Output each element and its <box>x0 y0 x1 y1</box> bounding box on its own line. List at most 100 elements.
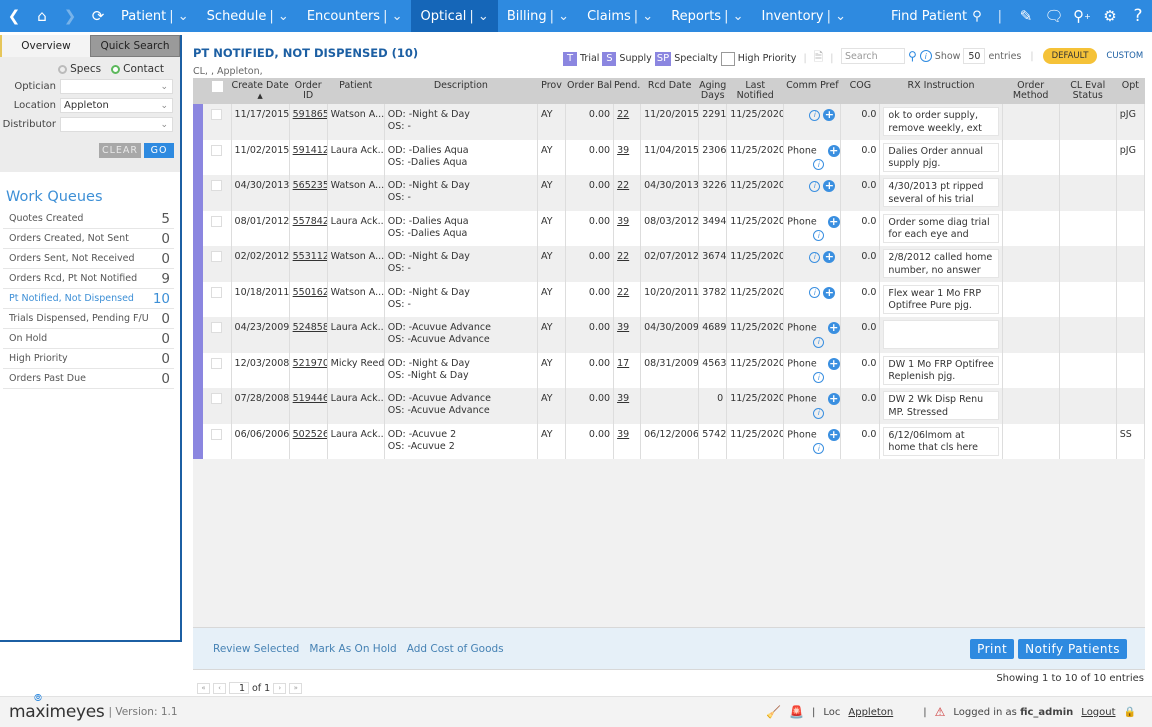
info-icon[interactable]: i <box>809 180 821 192</box>
col-aging-days[interactable]: Aging Days <box>698 78 727 104</box>
info-icon[interactable]: i <box>809 109 821 121</box>
work-queue-item[interactable]: Orders Created, Not Sent 0 <box>3 229 174 249</box>
nav-encounters[interactable]: Encounters | ⌄ <box>298 0 412 32</box>
first-page-button[interactable]: « <box>197 682 210 694</box>
mark-on-hold-link[interactable]: Mark As On Hold <box>309 643 396 655</box>
last-page-button[interactable]: » <box>289 682 303 694</box>
rx-instruction-textarea[interactable]: 2/8/2012 called home number, no answer a… <box>883 249 1000 278</box>
col-order-id[interactable]: Order ID <box>289 78 328 104</box>
rx-instruction-textarea[interactable]: Dalies Order annual supply pjg. <box>883 142 1000 172</box>
radio-specs[interactable]: Specs <box>58 63 101 75</box>
location-link[interactable]: Appleton <box>848 707 893 718</box>
work-queue-item[interactable]: On Hold 0 <box>3 329 174 349</box>
table-row[interactable]: 04/23/2009 524858 Laura Ack... OD: -Acuvue … <box>193 317 1146 353</box>
table-row[interactable]: 11/17/2015 591865 Watson A... OD: -Night & … <box>193 104 1146 140</box>
row-checkbox[interactable] <box>211 322 223 333</box>
col-order-bal[interactable]: Order Bal <box>565 78 614 104</box>
pend-link[interactable]: 22 <box>617 180 629 191</box>
go-button[interactable]: GO <box>144 143 174 158</box>
work-queue-item[interactable]: Orders Sent, Not Received 0 <box>3 249 174 269</box>
table-row[interactable]: 10/18/2011 550162 Watson A... OD: -Night & … <box>193 281 1146 317</box>
order-id-link[interactable]: 502526 <box>293 429 327 440</box>
add-note-icon[interactable]: + <box>827 357 840 370</box>
table-row[interactable]: 02/02/2012 553112 Watson A... OD: -Night & … <box>193 246 1146 282</box>
work-queue-item[interactable]: Trials Dispensed, Pending F/U 0 <box>3 309 174 329</box>
home-icon[interactable]: ⌂ <box>28 0 56 32</box>
order-id-link[interactable]: 524858 <box>293 322 327 333</box>
history-icon[interactable]: ⟳ <box>84 0 112 32</box>
add-note-icon[interactable]: + <box>827 215 840 228</box>
radio-contact[interactable]: Contact <box>111 63 164 75</box>
work-queue-item[interactable]: Quotes Created 5 <box>3 209 174 229</box>
nav-claims[interactable]: Claims | ⌄ <box>578 0 662 32</box>
pend-link[interactable]: 39 <box>617 322 629 333</box>
pend-link[interactable]: 22 <box>617 109 629 120</box>
info-icon[interactable]: i <box>813 230 825 241</box>
add-search-icon[interactable]: ⚲ + <box>1068 0 1096 32</box>
info-icon[interactable]: i <box>919 50 932 62</box>
info-icon[interactable]: i <box>809 251 821 263</box>
col-description[interactable]: Description <box>384 78 538 104</box>
rx-instruction-textarea[interactable]: DW 1 Mo FRP Optifree Replenish pjg. <box>883 355 1000 385</box>
info-icon[interactable]: i <box>813 443 825 454</box>
pend-link[interactable]: 39 <box>617 216 629 227</box>
order-id-link[interactable]: 553112 <box>293 251 327 262</box>
optician-select[interactable]: ⌄ <box>60 79 173 94</box>
info-icon[interactable]: i <box>813 407 825 419</box>
pend-link[interactable]: 22 <box>617 251 629 262</box>
col-comm-pref[interactable]: Comm Pref <box>783 78 841 104</box>
info-icon[interactable]: i <box>809 287 821 298</box>
pend-link[interactable]: 39 <box>617 145 629 156</box>
col-cl-eval-status[interactable]: CL Eval Status <box>1059 78 1117 104</box>
table-row[interactable]: 08/01/2012 557842 Laura Ack... OD: -Dalies … <box>193 210 1146 246</box>
help-icon[interactable]: ? <box>1124 0 1152 32</box>
work-queue-item[interactable]: High Priority 0 <box>3 349 174 369</box>
col-order-method[interactable]: Order Method <box>1002 78 1060 104</box>
row-checkbox[interactable] <box>211 393 223 404</box>
prev-page-button[interactable]: ‹ <box>213 682 226 694</box>
page-number-input[interactable]: 1 <box>229 682 249 694</box>
order-id-link[interactable]: 521970 <box>293 358 327 369</box>
col-pend[interactable]: Pend. <box>613 78 641 104</box>
print-button[interactable]: Print <box>970 638 1015 659</box>
pend-link[interactable]: 39 <box>617 393 629 404</box>
high-priority-checkbox[interactable] <box>720 51 735 66</box>
pend-link[interactable]: 39 <box>617 429 629 440</box>
export-icon[interactable]: 🗎 <box>814 48 824 69</box>
broom-icon[interactable]: 🧹 <box>766 705 781 719</box>
col-opt[interactable]: Opt <box>1116 78 1145 104</box>
rx-instruction-textarea[interactable]: 4/30/2013 pt ripped several of his trial… <box>883 178 1000 207</box>
col-rx-instruction[interactable]: RX Instruction <box>879 78 1003 104</box>
col-cog[interactable]: COG <box>840 78 880 104</box>
rx-instruction-textarea[interactable]: 6/12/06lmom at home that cls here clm <box>883 426 1000 456</box>
order-id-link[interactable]: 591865 <box>293 109 327 120</box>
nav-reports[interactable]: Reports | ⌄ <box>662 0 752 32</box>
table-row[interactable]: 11/02/2015 591412 Laura Ack... OD: -Dalies … <box>193 139 1146 175</box>
rx-instruction-textarea[interactable]: Order some diag trial for each eye and s… <box>883 213 1000 243</box>
row-checkbox[interactable] <box>211 180 223 191</box>
rx-instruction-textarea[interactable]: Flex wear 1 Mo FRP Optifree Pure pjg. <box>883 284 1000 314</box>
page-size-input[interactable]: 50 <box>963 48 986 64</box>
add-note-icon[interactable]: + <box>823 109 836 121</box>
tab-overview[interactable]: Overview <box>0 35 90 57</box>
add-note-icon[interactable]: + <box>827 428 840 441</box>
nav-schedule[interactable]: Schedule | ⌄ <box>198 0 298 32</box>
row-checkbox[interactable] <box>211 357 223 369</box>
table-row[interactable]: 06/06/2006 502526 Laura Ack... OD: -Acuvue … <box>193 423 1146 459</box>
col-patient[interactable]: Patient <box>327 78 385 104</box>
edit-icon[interactable]: ✎ <box>1012 0 1040 32</box>
nav-patient[interactable]: Patient | ⌄ <box>112 0 198 32</box>
order-id-link[interactable]: 591412 <box>293 145 327 156</box>
info-icon[interactable]: i <box>813 159 825 170</box>
notify-patients-button[interactable]: Notify Patients <box>1018 638 1127 659</box>
order-id-link[interactable]: 550162 <box>293 287 327 298</box>
forward-icon[interactable]: ❯ <box>56 0 84 32</box>
select-all-checkbox[interactable] <box>211 81 223 92</box>
pend-link[interactable]: 17 <box>617 358 629 369</box>
row-checkbox[interactable] <box>211 215 223 227</box>
find-patient-button[interactable]: Find Patient ⚲ <box>885 9 988 24</box>
info-icon[interactable]: i <box>813 336 825 348</box>
col-create-date[interactable]: Create Date ▲ <box>231 78 290 104</box>
row-checkbox[interactable] <box>211 144 223 156</box>
col-last-notified[interactable]: Last Notified <box>726 78 784 104</box>
